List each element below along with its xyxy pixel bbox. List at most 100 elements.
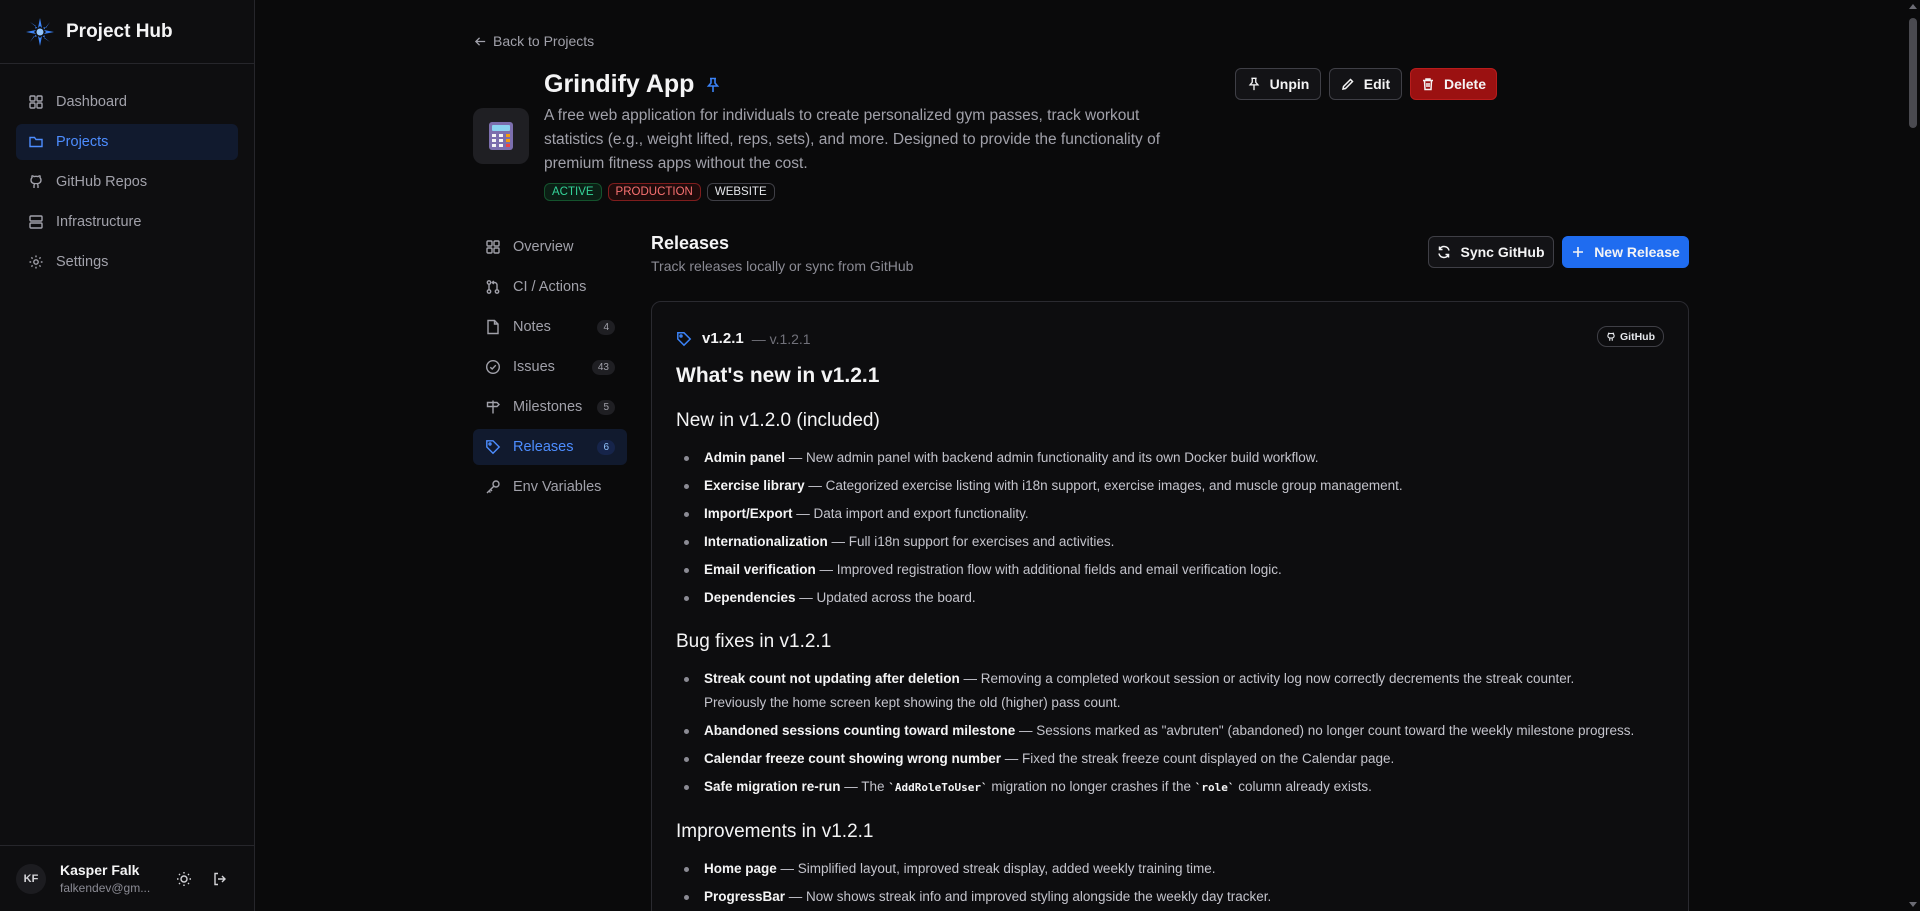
tab-issues[interactable]: Issues 43 xyxy=(473,349,627,385)
list-item: Streak count not updating after deletion… xyxy=(676,667,1606,716)
release-version-line: v1.2.1 — v.1.2.1 xyxy=(676,330,811,347)
list-item: Admin panel — New admin panel with backe… xyxy=(676,446,1666,471)
tab-notes[interactable]: Notes 4 xyxy=(473,309,627,345)
sidebar-item-projects[interactable]: Projects xyxy=(16,124,238,160)
milestones-count-badge: 5 xyxy=(597,399,615,415)
section-heading: Improvements in v1.2.1 xyxy=(676,820,874,842)
list-item: Internationalization — Full i18n support… xyxy=(676,530,1666,555)
tag-icon xyxy=(676,331,692,347)
tab-label: Milestones xyxy=(513,399,583,415)
theme-toggle-sun-icon[interactable] xyxy=(172,867,196,891)
list-item: Dependencies — Updated across the board. xyxy=(676,586,1666,611)
tab-label: Overview xyxy=(513,239,574,255)
star-logo-icon xyxy=(24,16,56,48)
list-item: Import/Export — Data import and export f… xyxy=(676,502,1666,527)
folder-icon xyxy=(28,134,44,150)
scroll-down-icon[interactable] xyxy=(1909,902,1917,907)
arrow-left-icon xyxy=(474,35,487,48)
section-list: Admin panel — New admin panel with backe… xyxy=(676,446,1666,611)
delete-button[interactable]: Delete xyxy=(1410,68,1497,100)
user-name: Kasper Falk xyxy=(60,862,140,878)
list-item: Safe migration re-run — The `AddRoleToUs… xyxy=(676,775,1666,801)
project-tags: ACTIVE PRODUCTION WEBSITE xyxy=(544,183,775,201)
project-description: A free web application for individuals t… xyxy=(544,107,1160,172)
environment-badge: PRODUCTION xyxy=(607,183,701,201)
sync-github-button[interactable]: Sync GitHub xyxy=(1428,236,1554,268)
list-item: Abandoned sessions counting toward miles… xyxy=(676,719,1666,744)
user-email: falkendev@gm... xyxy=(60,881,151,895)
file-icon xyxy=(485,319,501,335)
logout-icon[interactable] xyxy=(208,867,232,891)
main-nav: Dashboard Projects GitHub Repos Infrastr… xyxy=(0,64,254,304)
tab-releases[interactable]: Releases 6 xyxy=(473,429,627,465)
gear-icon xyxy=(28,254,44,270)
tab-overview[interactable]: Overview xyxy=(473,229,627,265)
key-icon xyxy=(485,479,501,495)
new-release-label: New Release xyxy=(1594,244,1680,260)
grid-icon xyxy=(28,94,44,110)
release-notes-heading: What's new in v1.2.1 xyxy=(676,364,880,387)
grid-icon xyxy=(485,239,501,255)
sidebar: Project Hub Dashboard Projects GitHub Re… xyxy=(0,0,255,911)
list-item: Exercise library — Categorized exercise … xyxy=(676,474,1666,499)
sidebar-item-label: Projects xyxy=(56,134,109,150)
unpin-label: Unpin xyxy=(1269,76,1310,92)
tab-env-variables[interactable]: Env Variables xyxy=(473,469,627,505)
section-heading: New in v1.2.0 (included) xyxy=(676,410,880,431)
sidebar-item-dashboard[interactable]: Dashboard xyxy=(16,84,238,120)
signpost-icon xyxy=(485,399,501,415)
list-item: Calendar freeze count showing wrong numb… xyxy=(676,747,1666,772)
type-badge: WEBSITE xyxy=(706,183,775,201)
plus-icon xyxy=(1571,245,1585,259)
release-card: v1.2.1 — v.1.2.1 GitHub What's new in v1… xyxy=(651,301,1689,911)
git-pull-request-icon xyxy=(485,279,501,295)
releases-count-badge: 6 xyxy=(597,439,615,455)
tab-ci-actions[interactable]: CI / Actions xyxy=(473,269,627,305)
page-scrollbar[interactable] xyxy=(1906,0,1920,911)
notes-count-badge: 4 xyxy=(597,319,615,335)
project-title-text: Grindify App xyxy=(544,70,695,98)
section-list: Streak count not updating after deletion… xyxy=(676,667,1666,801)
tab-milestones[interactable]: Milestones 5 xyxy=(473,389,627,425)
list-item: Home page — Simplified layout, improved … xyxy=(676,857,1666,882)
release-notes: What's new in v1.2.1 New in v1.2.0 (incl… xyxy=(676,364,1666,911)
issues-count-badge: 43 xyxy=(591,359,615,375)
app-title: Project Hub xyxy=(66,20,173,42)
sidebar-item-settings[interactable]: Settings xyxy=(16,244,238,280)
back-label: Back to Projects xyxy=(493,33,595,49)
scroll-up-icon[interactable] xyxy=(1909,4,1917,9)
delete-label: Delete xyxy=(1443,76,1487,92)
scrollbar-thumb[interactable] xyxy=(1909,18,1917,128)
releases-title: Releases xyxy=(651,233,730,253)
edit-button[interactable]: Edit xyxy=(1329,68,1402,100)
sidebar-item-label: GitHub Repos xyxy=(56,174,148,190)
release-name: v1.2.1 xyxy=(702,330,744,347)
new-release-button[interactable]: New Release xyxy=(1562,236,1689,268)
project-title: Grindify App xyxy=(544,70,720,99)
server-icon xyxy=(28,214,44,230)
edit-label: Edit xyxy=(1363,76,1391,92)
trash-icon xyxy=(1421,77,1435,91)
user-info: Kasper Falk falkendev@gm... xyxy=(60,862,160,895)
releases-subtitle: Track releases locally or sync from GitH… xyxy=(651,258,914,274)
tab-label: Releases xyxy=(513,439,574,455)
unpin-button[interactable]: Unpin xyxy=(1235,68,1321,100)
sidebar-item-infrastructure[interactable]: Infrastructure xyxy=(16,204,238,240)
sync-github-label: Sync GitHub xyxy=(1460,244,1545,260)
github-icon xyxy=(1606,332,1616,342)
tab-label: CI / Actions xyxy=(513,279,587,295)
project-icon xyxy=(473,108,529,164)
sidebar-item-label: Infrastructure xyxy=(56,214,142,230)
calculator-icon xyxy=(489,122,513,150)
list-item: Email verification — Improved registrati… xyxy=(676,558,1666,583)
status-badge: ACTIVE xyxy=(544,183,602,201)
pin-icon[interactable] xyxy=(706,77,720,93)
brand[interactable]: Project Hub xyxy=(0,0,254,64)
sidebar-item-github-repos[interactable]: GitHub Repos xyxy=(16,164,238,200)
tab-label: Notes xyxy=(513,319,551,335)
avatar[interactable]: KF xyxy=(16,863,46,894)
check-circle-icon xyxy=(485,359,501,375)
back-to-projects-link[interactable]: Back to Projects xyxy=(474,33,594,49)
section-list: Home page — Simplified layout, improved … xyxy=(676,857,1666,910)
github-badge-label: GitHub xyxy=(1620,330,1655,343)
